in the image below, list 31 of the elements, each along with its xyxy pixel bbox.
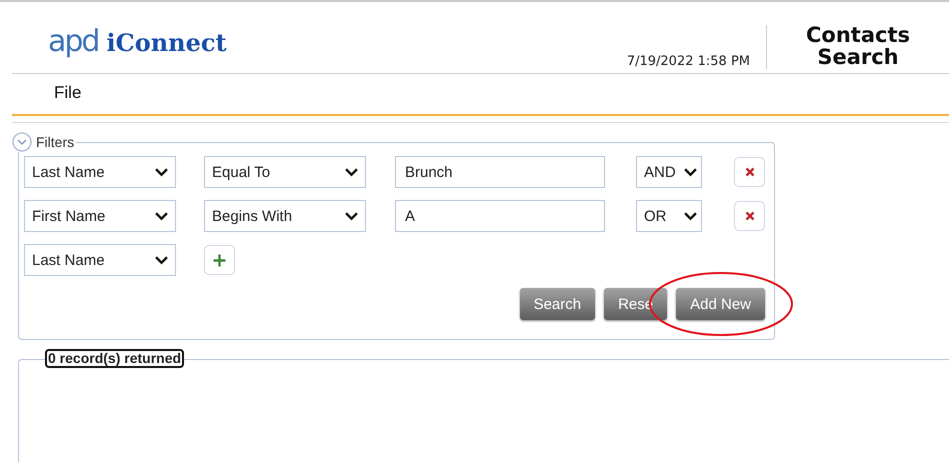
action-button[interactable]: Search [520, 288, 596, 320]
filters-legend: Filters [32, 134, 76, 150]
field-select[interactable]: Last Name [24, 156, 176, 188]
chevron-down-icon [345, 168, 358, 176]
add-button[interactable] [204, 245, 235, 275]
chevron-down-icon [155, 256, 168, 264]
remove-button[interactable] [734, 201, 765, 231]
page-title: Contacts Search [805, 24, 911, 68]
close-icon [744, 211, 754, 221]
chevron-down-icon [155, 212, 168, 220]
join-select[interactable]: AND [636, 156, 702, 188]
operator-select[interactable]: Equal To [204, 156, 366, 188]
value-field[interactable]: A [395, 200, 605, 232]
chevron-down-icon [155, 168, 168, 176]
chevron-down-icon [345, 212, 358, 220]
logo: apd iConnect [48, 24, 227, 59]
close-icon [744, 167, 754, 177]
remove-button[interactable] [734, 157, 765, 187]
collapse-icon[interactable] [12, 132, 32, 152]
plus-icon [213, 254, 226, 266]
field-select[interactable]: Last Name [24, 244, 176, 276]
chevron-down-icon [684, 212, 697, 220]
value-field[interactable]: Brunch [395, 156, 605, 188]
menu-item[interactable]: File [54, 83, 82, 103]
field-select[interactable]: First Name [24, 200, 176, 232]
results-legend: 0 record(s) returned [45, 349, 184, 368]
chevron-down-icon [684, 168, 697, 176]
operator-select[interactable]: Begins With [204, 200, 366, 232]
join-select[interactable]: OR [636, 200, 702, 232]
date-time: 7/19/2022 1:58 PM [626, 54, 750, 69]
action-button[interactable]: Add New [676, 288, 765, 320]
